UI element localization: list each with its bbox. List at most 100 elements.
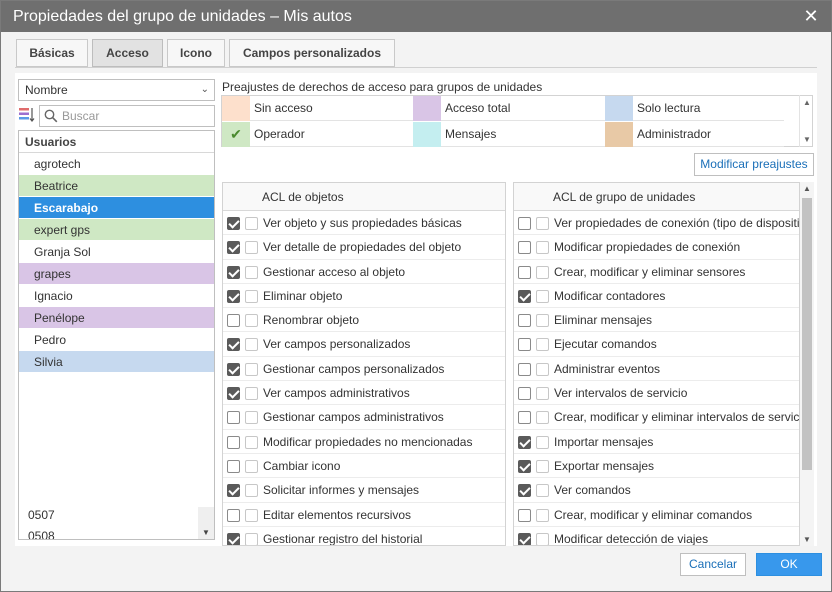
checkbox[interactable] [536, 387, 549, 401]
checkbox[interactable] [227, 289, 240, 303]
tab-campos-personalizados[interactable]: Campos personalizados [229, 39, 395, 67]
checkbox[interactable] [536, 484, 549, 498]
checkbox[interactable] [536, 411, 549, 425]
checkbox[interactable] [245, 411, 258, 425]
checkbox[interactable] [245, 362, 258, 376]
checkbox[interactable] [536, 459, 549, 473]
tab-acceso[interactable]: Acceso [92, 39, 163, 67]
user-list-item[interactable]: agrotech [19, 153, 214, 175]
checkbox[interactable] [518, 314, 531, 328]
user-list-item[interactable]: Pedro [19, 329, 214, 351]
checkbox[interactable] [536, 338, 549, 352]
acl-unit-row: Modificar contadores [514, 284, 799, 309]
checkbox[interactable] [536, 289, 549, 303]
checkbox[interactable] [227, 241, 240, 255]
checkbox[interactable] [227, 508, 240, 522]
checkbox[interactable] [245, 314, 258, 328]
checkbox[interactable] [227, 459, 240, 473]
scrollbar-thumb[interactable] [802, 198, 812, 470]
checkbox[interactable] [227, 532, 240, 545]
checkbox[interactable] [245, 435, 258, 449]
checkbox[interactable] [245, 387, 258, 401]
sort-icon[interactable] [19, 106, 35, 124]
acl-label: Gestionar registro del historial [263, 531, 423, 546]
user-list-item[interactable]: Silvia [19, 351, 214, 373]
checkbox[interactable] [245, 459, 258, 473]
checkbox[interactable] [227, 217, 240, 230]
checkbox[interactable] [518, 265, 531, 279]
modify-presets-button[interactable]: Modificar preajustes [694, 153, 814, 176]
checkbox[interactable] [518, 459, 531, 473]
user-list-item[interactable]: Ignacio [19, 285, 214, 307]
cancel-button[interactable]: Cancelar [680, 553, 746, 576]
checkbox[interactable] [245, 217, 258, 230]
preset-label: Acceso total [445, 101, 511, 115]
search-field[interactable] [39, 105, 215, 127]
checkbox[interactable] [536, 362, 549, 376]
checkbox[interactable] [518, 508, 531, 522]
checkbox[interactable] [518, 241, 531, 255]
checkbox[interactable] [518, 532, 531, 545]
checkbox[interactable] [227, 435, 240, 449]
scroll-up-icon[interactable]: ▲ [803, 184, 811, 193]
scroll-up-icon[interactable]: ▲ [803, 98, 811, 107]
tab-icono[interactable]: Icono [167, 39, 225, 67]
checkbox[interactable] [518, 435, 531, 449]
checkbox[interactable] [518, 411, 531, 425]
checkbox[interactable] [227, 411, 240, 425]
scroll-down-icon[interactable]: ▼ [803, 535, 811, 544]
preset-item[interactable]: ✔ Operador [222, 122, 413, 147]
checkbox[interactable] [518, 217, 531, 230]
user-list-item[interactable]: expert gps [19, 219, 214, 241]
search-input[interactable] [62, 108, 210, 124]
checkbox[interactable] [227, 484, 240, 498]
checkbox[interactable] [518, 338, 531, 352]
checkbox[interactable] [536, 532, 549, 545]
list-item[interactable]: 0507 [19, 505, 199, 526]
tab-basicas[interactable]: Básicas [16, 39, 88, 67]
checkbox[interactable] [518, 387, 531, 401]
checkbox[interactable] [227, 314, 240, 328]
acl-label: Crear, modificar y eliminar sensores [554, 264, 746, 279]
preset-item[interactable]: Acceso total [413, 96, 605, 121]
checkbox[interactable] [245, 289, 258, 303]
checkbox[interactable] [227, 362, 240, 376]
preset-item[interactable]: Sin acceso [222, 96, 413, 121]
checkbox[interactable] [536, 314, 549, 328]
checkbox[interactable] [536, 241, 549, 255]
checkbox[interactable] [245, 508, 258, 522]
user-list-item[interactable]: Penélope [19, 307, 214, 329]
checkbox[interactable] [518, 484, 531, 498]
ok-button[interactable]: OK [756, 553, 822, 576]
preset-item[interactable]: Mensajes [413, 122, 605, 147]
preset-item[interactable]: Administrador [605, 122, 784, 147]
acl-scrollbar[interactable]: ▲ ▼ [800, 182, 814, 546]
checkbox[interactable] [227, 265, 240, 279]
close-icon[interactable]: ✕ [801, 1, 821, 32]
checkbox[interactable] [518, 362, 531, 376]
user-list-scrollbar[interactable]: ▼ [198, 507, 214, 539]
checkbox[interactable] [245, 241, 258, 255]
user-filter-select[interactable]: Nombre ⌄ [18, 79, 215, 101]
user-list-item[interactable]: Escarabajo [19, 197, 214, 219]
checkbox[interactable] [536, 217, 549, 230]
checkbox[interactable] [245, 532, 258, 545]
checkbox[interactable] [227, 338, 240, 352]
checkbox[interactable] [536, 265, 549, 279]
checkbox[interactable] [536, 435, 549, 449]
checkbox[interactable] [518, 289, 531, 303]
title-bar: Propiedades del grupo de unidades – Mis … [1, 1, 831, 32]
scroll-down-icon[interactable]: ▼ [202, 528, 210, 537]
user-list-item[interactable]: grapes [19, 263, 214, 285]
checkbox[interactable] [245, 265, 258, 279]
checkbox[interactable] [536, 508, 549, 522]
user-list-item[interactable]: Beatrice [19, 175, 214, 197]
scroll-down-icon[interactable]: ▼ [803, 135, 811, 144]
list-item[interactable]: 0508 [19, 526, 199, 539]
presets-scrollbar[interactable]: ▲ ▼ [799, 95, 813, 147]
checkbox[interactable] [245, 338, 258, 352]
checkbox[interactable] [245, 484, 258, 498]
checkbox[interactable] [227, 387, 240, 401]
preset-item[interactable]: Solo lectura [605, 96, 784, 121]
user-list-item[interactable]: Granja Sol [19, 241, 214, 263]
